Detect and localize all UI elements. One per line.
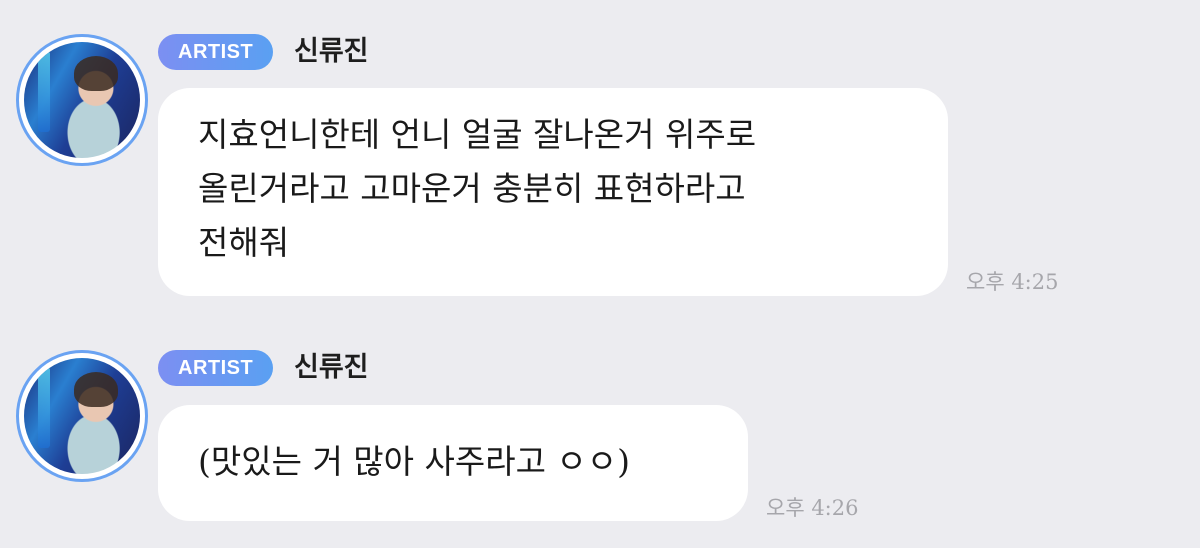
sender-name[interactable]: 신류진 xyxy=(294,34,369,70)
profile-photo xyxy=(24,358,140,474)
profile-photo xyxy=(24,42,140,158)
avatar[interactable] xyxy=(16,34,148,166)
message-bubble[interactable]: 지효언니한테 언니 얼굴 잘나온거 위주로 올린거라고 고마운거 충분히 표현하… xyxy=(158,88,948,296)
message-bubble[interactable]: (맛있는 거 많아 사주라고 ㅇㅇ) xyxy=(158,405,748,521)
message-timestamp: 오후 4:25 xyxy=(966,270,1059,294)
message-timestamp: 오후 4:26 xyxy=(766,496,859,520)
sender-name[interactable]: 신류진 xyxy=(294,350,369,386)
artist-badge: ARTIST xyxy=(158,34,274,70)
artist-badge: ARTIST xyxy=(158,350,274,386)
avatar[interactable] xyxy=(16,350,148,482)
chat-thread: ARTIST 신류진 지효언니한테 언니 얼굴 잘나온거 위주로 올린거라고 고… xyxy=(0,0,1200,548)
